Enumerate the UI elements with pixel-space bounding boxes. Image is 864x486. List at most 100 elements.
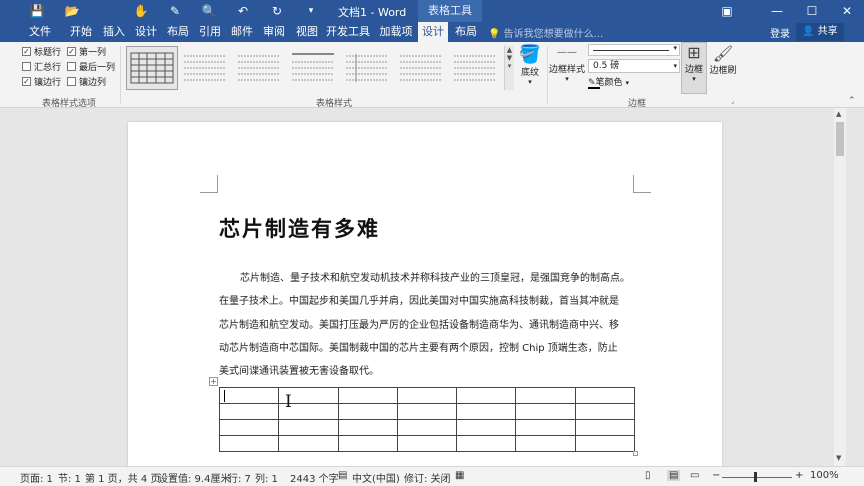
gallery-scroll[interactable]: ▲ ▼ ▾ (504, 46, 514, 90)
table-resize-handle[interactable] (633, 451, 638, 456)
table-move-handle[interactable]: + (209, 377, 218, 386)
table-style-plain-2[interactable] (234, 46, 286, 90)
tab-table-design[interactable]: 设计 (418, 22, 448, 42)
table-cell[interactable] (337, 403, 398, 420)
maximize-button[interactable]: ☐ (795, 0, 829, 22)
paragraph-line[interactable]: 在量子技术上。中国起步和美国几乎并肩，因此美国对中国实施高科技制裁，首当其冲就是 (219, 292, 619, 307)
ribbon-display-options-icon[interactable]: ▣ (710, 0, 744, 22)
table-cell[interactable] (574, 419, 636, 436)
tab-developer[interactable]: 开发工具 (326, 22, 370, 42)
proofing-icon[interactable]: ▤ (338, 470, 347, 481)
document-heading[interactable]: 芯片制造有多难 (219, 213, 380, 243)
table-cell[interactable] (396, 435, 458, 452)
line-weight-dropdown[interactable]: 0.5 磅 ▾ (588, 59, 680, 73)
close-button[interactable]: ✕ (830, 0, 864, 22)
tell-me-search[interactable]: 💡 告诉我您想要做什么... (488, 25, 603, 40)
table-style-plain-6[interactable] (450, 46, 502, 90)
read-mode-icon[interactable]: ▯ (645, 470, 651, 481)
print-preview-icon[interactable]: 🔍 (192, 0, 226, 22)
table-cell[interactable] (396, 403, 458, 420)
gallery-more-icon[interactable]: ▾ (505, 62, 514, 70)
status-word-count[interactable]: 2443 个字 (290, 470, 339, 485)
zoom-slider-track[interactable] (722, 477, 792, 478)
table-style-plain-4[interactable] (342, 46, 394, 90)
macro-record-icon[interactable]: ▦ (455, 470, 464, 481)
banded-rows-checkbox[interactable]: ✓ 镶边行 (22, 74, 61, 88)
tab-home[interactable]: 开始 (64, 22, 98, 42)
share-button[interactable]: 👤 共享 (796, 23, 844, 41)
table-cell[interactable] (456, 387, 517, 404)
table-style-plain-1[interactable] (180, 46, 232, 90)
line-style-dropdown[interactable]: ▾ (588, 44, 680, 56)
table-cell[interactable] (515, 403, 576, 420)
tab-file[interactable]: 文件 (18, 22, 62, 42)
header-row-checkbox[interactable]: ✓ 标题行 (22, 44, 61, 58)
scroll-thumb[interactable] (836, 122, 844, 156)
table-cell[interactable] (574, 403, 636, 420)
last-column-checkbox[interactable]: 最后一列 (67, 59, 115, 73)
collapse-ribbon-icon[interactable]: ⌃ (848, 96, 856, 106)
tab-design-doc[interactable]: 设计 (130, 22, 162, 42)
document-table[interactable] (218, 387, 636, 452)
table-cell[interactable] (515, 387, 576, 404)
tab-view[interactable]: 视图 (290, 22, 324, 42)
borders-button[interactable]: ⊞ 边框 ▾ (681, 42, 707, 94)
table-cell[interactable] (218, 419, 280, 436)
table-cell[interactable] (456, 403, 517, 420)
chevron-down-icon[interactable]: ▼ (505, 54, 514, 62)
table-cell[interactable] (337, 419, 398, 436)
minimize-button[interactable]: — (760, 0, 794, 22)
banded-columns-checkbox[interactable]: 镶边列 (67, 74, 106, 88)
table-style-plain-5[interactable] (396, 46, 448, 90)
tab-addins[interactable]: 加载项 (378, 22, 414, 42)
border-styles-button[interactable]: —— 边框样式 ▾ (548, 44, 586, 83)
status-position[interactable]: 设置值: 9.4厘米 (158, 470, 230, 485)
table-cell[interactable] (337, 387, 398, 404)
open-icon[interactable]: 📂 (55, 0, 89, 22)
redo-icon[interactable]: ↻ (260, 0, 294, 22)
tab-layout-doc[interactable]: 布局 (162, 22, 194, 42)
status-page-of[interactable]: 第 1 页，共 4 页 (85, 470, 160, 485)
touch-mode-icon[interactable]: ✋ (124, 0, 158, 22)
status-section[interactable]: 节: 1 (58, 470, 81, 485)
table-cell[interactable] (218, 403, 280, 420)
paragraph-line[interactable]: 美式间谍通讯装置被无害设备取代。 (219, 362, 379, 377)
table-cell[interactable] (278, 419, 339, 436)
table-cell[interactable] (456, 435, 517, 452)
print-layout-icon[interactable]: ▤ (667, 470, 681, 481)
dialog-launcher-icon[interactable]: ⌟ (731, 97, 734, 105)
tab-review[interactable]: 审阅 (258, 22, 290, 42)
format-painter-icon[interactable]: ✎ (158, 0, 192, 22)
tab-mailings[interactable]: 邮件 (226, 22, 258, 42)
table-cell[interactable] (396, 387, 458, 404)
scroll-up-icon[interactable]: ▲ (836, 110, 841, 118)
web-layout-icon[interactable]: ▭ (690, 470, 699, 481)
vertical-scrollbar[interactable]: ▲ ▼ (834, 108, 846, 466)
table-style-grid[interactable] (126, 46, 178, 90)
chevron-up-icon[interactable]: ▲ (505, 46, 514, 54)
table-cell[interactable] (515, 435, 576, 452)
table-cell[interactable] (278, 435, 339, 452)
paragraph-line[interactable]: 芯片制造、量子技术和航空发动机技术并称科技产业的三顶皇冠，是强国竞争的制高点。 (240, 269, 630, 284)
first-column-checkbox[interactable]: ✓ 第一列 (67, 44, 106, 58)
table-cell[interactable] (218, 435, 280, 452)
status-column[interactable]: 列: 1 (255, 470, 278, 485)
table-cell[interactable] (456, 419, 517, 436)
status-row[interactable]: 行: 7 (228, 470, 251, 485)
zoom-slider-knob[interactable] (754, 472, 757, 482)
sign-in-link[interactable]: 登录 (770, 25, 790, 40)
table-cell[interactable] (396, 419, 458, 436)
status-track-changes[interactable]: 修订: 关闭 (404, 470, 451, 485)
zoom-level[interactable]: 100% (810, 470, 839, 481)
tab-table-layout[interactable]: 布局 (450, 22, 482, 42)
tab-references[interactable]: 引用 (194, 22, 226, 42)
table-cell[interactable] (574, 435, 636, 452)
undo-icon[interactable]: ↶ (226, 0, 260, 22)
save-icon[interactable]: 💾 (20, 0, 54, 22)
table-cell[interactable] (218, 387, 280, 404)
shading-button[interactable]: 🪣 底纹 ▾ (516, 44, 544, 86)
table-style-plain-3[interactable] (288, 46, 340, 90)
border-painter-button[interactable]: 🖌 边框刷 (708, 44, 738, 76)
table-cell[interactable] (337, 435, 398, 452)
paragraph-line[interactable]: 动芯片制造商中芯国际。美国制裁中国的芯片主要有两个原因，控制 Chip 顶端生态… (219, 339, 618, 354)
